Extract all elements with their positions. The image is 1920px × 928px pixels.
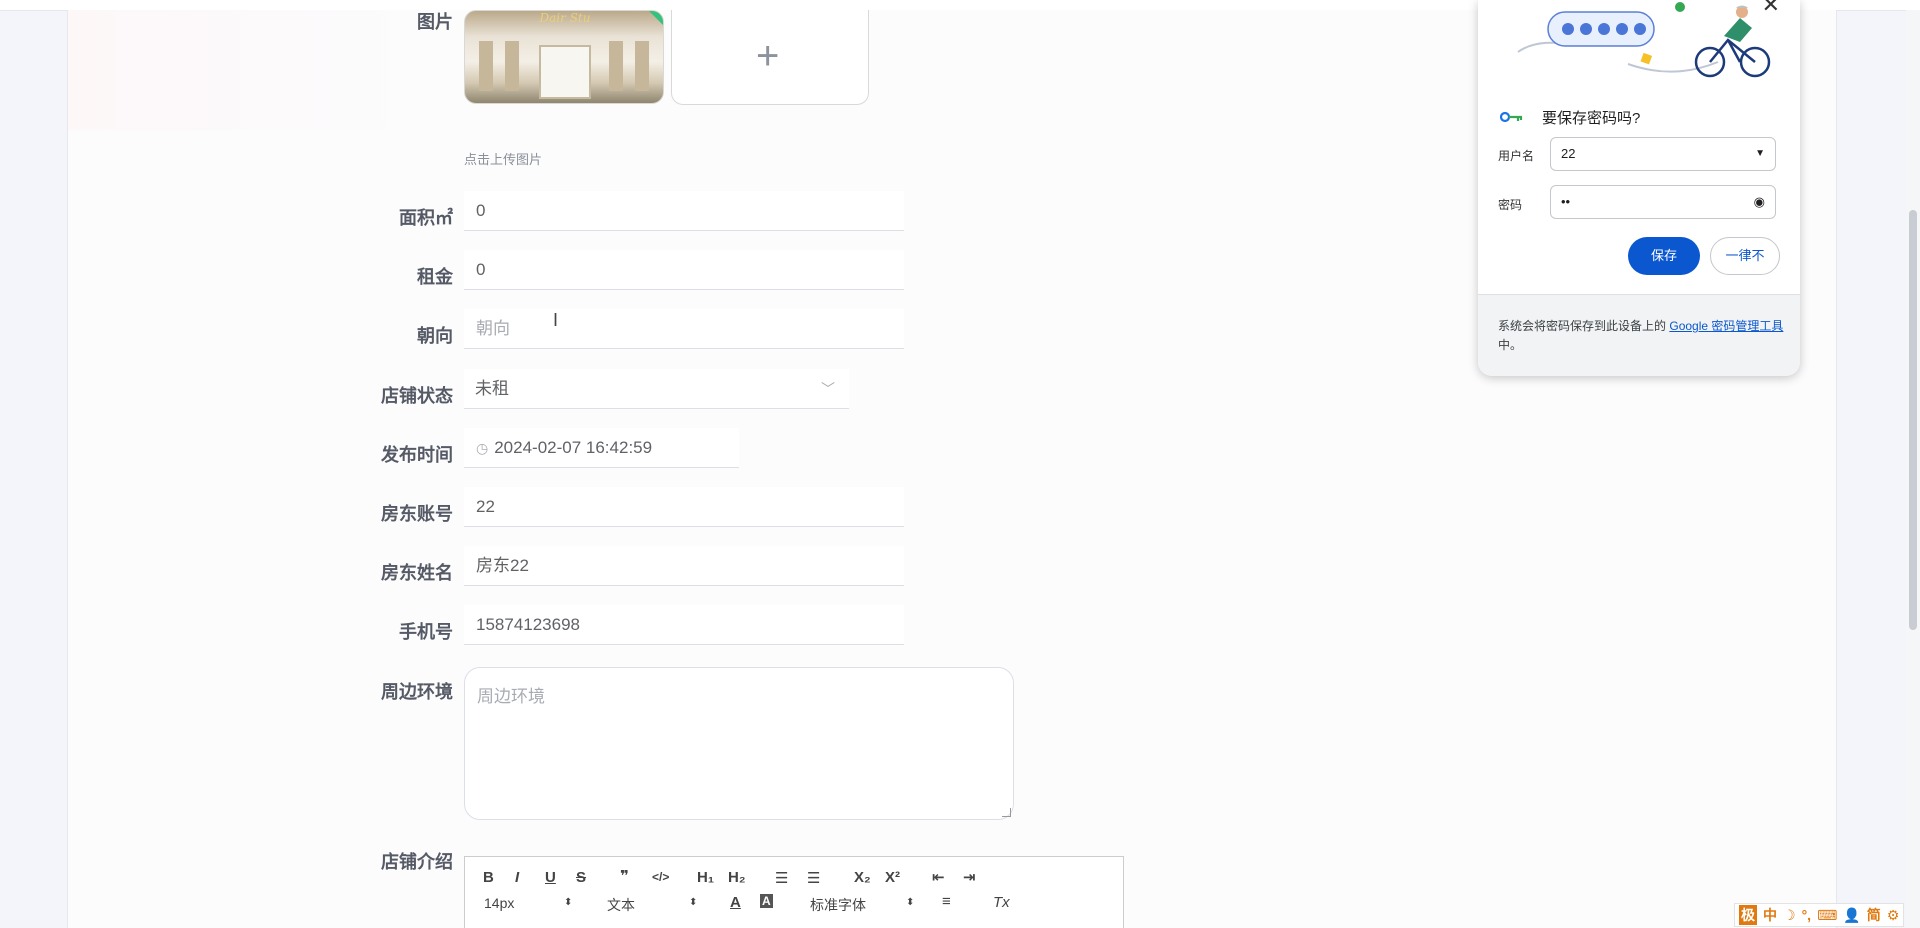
save-password-dialog: ✕ 要保存密码吗? 用户名 22 ▼ 密码 •• ◉ 保存 一律不 系统会将密码…: [1478, 0, 1800, 376]
text-cursor-icon: I: [553, 310, 559, 330]
never-save-button[interactable]: 一律不: [1710, 237, 1780, 275]
chevron-down-icon: ﹀: [821, 381, 835, 397]
font-size-select[interactable]: 14px ⬍: [484, 895, 574, 911]
outdent-icon[interactable]: ⇤: [932, 868, 945, 886]
italic-icon[interactable]: I: [515, 869, 519, 886]
password-field[interactable]: •• ◉: [1550, 185, 1776, 219]
bold-icon[interactable]: B: [483, 869, 494, 886]
background-color-icon[interactable]: A: [760, 894, 773, 908]
phone-label: 手机号: [399, 622, 453, 642]
font-color-icon[interactable]: A: [730, 894, 741, 911]
panel-tint: [68, 10, 428, 130]
strikethrough-icon[interactable]: S: [576, 869, 586, 886]
thumb-sign: Dair Stu: [539, 11, 591, 25]
sort-arrows-icon: ⬍: [906, 897, 915, 908]
thumb-door: [539, 45, 591, 99]
password-value: ••: [1561, 194, 1571, 209]
publish-time-value: 2024-02-07 16:42:59: [494, 438, 653, 457]
ime-settings-icon[interactable]: ⚙: [1887, 907, 1900, 924]
font-size-value: 14px: [484, 895, 515, 911]
close-icon[interactable]: ✕: [1762, 0, 1780, 18]
ime-user-icon[interactable]: 👤: [1843, 907, 1860, 924]
password-label: 密码: [1498, 198, 1523, 212]
resize-grip-icon[interactable]: [1002, 808, 1011, 817]
clock-icon: ◷: [476, 440, 489, 456]
surroundings-textarea[interactable]: 周边环境: [464, 667, 1014, 820]
subscript-icon[interactable]: X₂: [854, 869, 871, 886]
superscript-icon[interactable]: X²: [885, 869, 900, 886]
heading2-icon[interactable]: H₂: [728, 869, 746, 886]
align-icon[interactable]: ≡: [942, 893, 951, 910]
heading1-icon[interactable]: H₁: [697, 869, 714, 886]
eye-icon[interactable]: ◉: [1754, 186, 1765, 218]
indent-icon[interactable]: ⇥: [963, 868, 976, 886]
footer-text: 系统会将密码保存到此设备上的 Google 密码管理工具中。: [1498, 317, 1788, 355]
ordered-list-icon[interactable]: ☰: [775, 869, 788, 887]
dropdown-triangle-icon: ▼: [1755, 148, 1765, 159]
ime-simplified-mode[interactable]: 简: [1867, 905, 1881, 925]
code-icon[interactable]: </>: [652, 870, 669, 884]
clear-format-icon[interactable]: Tx: [993, 894, 1010, 911]
username-label: 用户名: [1498, 149, 1535, 163]
area-label: 面积㎡: [399, 208, 453, 228]
orientation-label: 朝向: [417, 326, 453, 346]
username-value: 22: [1561, 146, 1576, 161]
bullet-list-icon[interactable]: ☰: [807, 869, 820, 887]
font-family-select[interactable]: 标准字体 ⬍: [810, 895, 914, 915]
ime-toolbar[interactable]: 极 中 ☽ °, ⌨ 👤 简 ⚙: [1734, 903, 1905, 927]
paragraph-value: 文本: [607, 897, 635, 913]
rent-input[interactable]: 0: [464, 250, 904, 290]
footer-text-suffix: 中。: [1498, 338, 1523, 352]
username-select[interactable]: 22 ▼: [1550, 137, 1776, 171]
landlord-account-label: 房东账号: [381, 504, 453, 524]
upload-hint: 点击上传图片: [464, 152, 543, 167]
ime-moon-icon[interactable]: ☽: [1783, 907, 1796, 924]
sort-arrows-icon: ⬍: [564, 897, 573, 908]
plus-icon: +: [756, 34, 780, 78]
password-manager-link[interactable]: Google 密码管理工具: [1669, 319, 1783, 333]
dialog-title: 要保存密码吗?: [1542, 110, 1641, 127]
cyclist-illustration: [1517, 2, 1771, 78]
underline-icon[interactable]: U: [545, 869, 556, 886]
image-upload-button[interactable]: +: [671, 10, 869, 105]
thumb-shelf-left-2: [505, 41, 519, 91]
image-label: 图片: [417, 12, 453, 32]
publish-time-label: 发布时间: [381, 445, 453, 465]
thumb-shelf-left: [479, 41, 493, 91]
landlord-name-input[interactable]: 房东22: [464, 546, 904, 586]
landlord-account-input[interactable]: 22: [464, 487, 904, 527]
intro-label: 店铺介绍: [381, 852, 453, 872]
orientation-input[interactable]: 朝向: [464, 309, 904, 349]
font-family-value: 标准字体: [810, 897, 866, 913]
ime-punctuation-icon[interactable]: °,: [1802, 907, 1812, 923]
blockquote-icon[interactable]: ❞: [620, 867, 629, 885]
status-select[interactable]: 未租 ﹀: [464, 369, 849, 409]
landlord-name-label: 房东姓名: [381, 563, 453, 583]
store-image-thumbnail[interactable]: Dair Stu: [464, 10, 664, 104]
area-input[interactable]: 0: [464, 191, 904, 231]
key-icon: [1500, 111, 1523, 123]
surroundings-placeholder: 周边环境: [477, 687, 545, 706]
ime-chinese-mode[interactable]: 中: [1763, 905, 1777, 925]
paragraph-select[interactable]: 文本 ⬍: [607, 895, 697, 915]
ime-keyboard-icon[interactable]: ⌨: [1817, 907, 1837, 924]
ime-logo-icon[interactable]: 极: [1739, 905, 1757, 925]
publish-time-picker[interactable]: ◷ 2024-02-07 16:42:59: [464, 428, 739, 468]
uploaded-badge: [649, 11, 663, 25]
thumb-shelf-right: [609, 41, 623, 91]
surroundings-label: 周边环境: [381, 682, 453, 702]
status-label: 店铺状态: [381, 386, 453, 406]
rich-text-editor[interactable]: B I U S ❞ </> H₁ H₂ ☰ ☰ X₂ X² ⇤ ⇥ 14px ⬍…: [464, 856, 1124, 928]
thumb-shelf-right-2: [635, 41, 649, 91]
sort-arrows-icon: ⬍: [689, 897, 698, 908]
phone-input[interactable]: 15874123698: [464, 605, 904, 645]
save-password-button[interactable]: 保存: [1628, 237, 1700, 275]
dialog-footer: 系统会将密码保存到此设备上的 Google 密码管理工具中。: [1478, 294, 1800, 376]
footer-text-main: 系统会将密码保存到此设备上的: [1498, 319, 1667, 333]
rent-label: 租金: [417, 267, 453, 287]
status-select-value: 未租: [475, 379, 509, 398]
scrollbar-thumb[interactable]: [1909, 210, 1917, 630]
